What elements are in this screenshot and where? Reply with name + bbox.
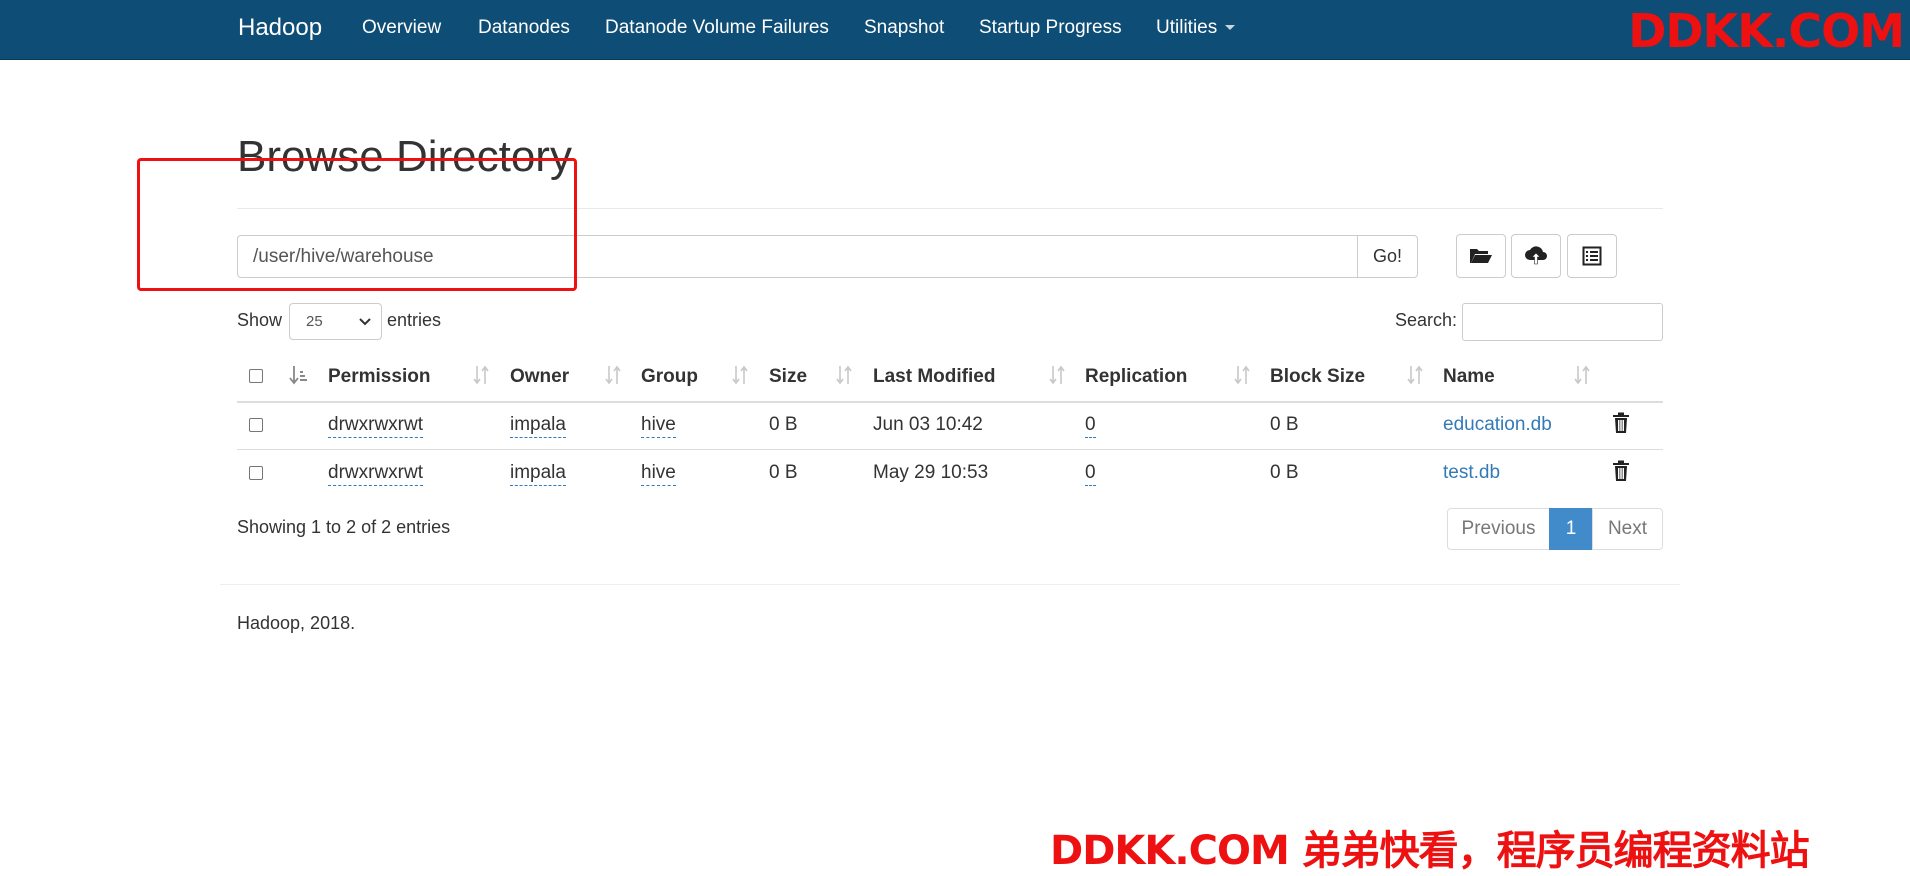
group-cell[interactable]: hive xyxy=(641,462,676,486)
select-all-checkbox[interactable] xyxy=(249,369,263,383)
pagination-previous[interactable]: Previous xyxy=(1447,508,1550,550)
nav-item-datanodes[interactable]: Datanodes xyxy=(478,17,570,39)
table-info: Showing 1 to 2 of 2 entries xyxy=(237,517,451,537)
navbar-brand[interactable]: Hadoop xyxy=(238,14,322,42)
show-label: Show xyxy=(237,310,283,330)
size-cell: 0 B xyxy=(769,462,798,483)
name-link[interactable]: education.db xyxy=(1443,414,1552,436)
column-header-name[interactable]: Name xyxy=(1443,366,1495,388)
table-row-divider xyxy=(237,449,1663,450)
page-length-select[interactable]: 25 xyxy=(289,303,382,340)
sort-desc-icon[interactable] xyxy=(289,364,309,386)
entries-label: entries xyxy=(387,310,442,330)
replication-cell[interactable]: 0 xyxy=(1085,462,1096,486)
column-header-group[interactable]: Group xyxy=(641,366,698,388)
column-header-size[interactable]: Size xyxy=(769,366,807,388)
trash-icon[interactable] xyxy=(1612,460,1630,482)
create-directory-button[interactable] xyxy=(1456,234,1506,278)
sort-both-icon[interactable] xyxy=(1047,364,1067,386)
permission-cell[interactable]: drwxrwxrwt xyxy=(328,462,423,486)
last-modified-cell: Jun 03 10:42 xyxy=(873,414,983,435)
top-navbar: Hadoop Overview Datanodes Datanode Volum… xyxy=(0,0,1910,60)
pagination-page-1[interactable]: 1 xyxy=(1549,508,1593,550)
folder-open-icon xyxy=(1470,249,1492,263)
upload-files-button[interactable] xyxy=(1511,234,1561,278)
table-header-divider xyxy=(237,401,1663,403)
trash-icon[interactable] xyxy=(1612,412,1630,434)
permission-cell[interactable]: drwxrwxrwt xyxy=(328,414,423,438)
sort-both-icon[interactable] xyxy=(1572,364,1592,386)
chevron-down-icon xyxy=(359,318,371,326)
column-header-permission[interactable]: Permission xyxy=(328,366,430,388)
nav-item-overview[interactable]: Overview xyxy=(362,17,441,39)
pagination-next[interactable]: Next xyxy=(1592,508,1663,550)
block-size-cell: 0 B xyxy=(1270,462,1299,483)
block-size-cell: 0 B xyxy=(1270,414,1299,435)
column-header-replication[interactable]: Replication xyxy=(1085,366,1187,388)
sort-both-icon[interactable] xyxy=(834,364,854,386)
sort-both-icon[interactable] xyxy=(603,364,623,386)
last-modified-cell: May 29 10:53 xyxy=(873,462,989,483)
row-checkbox[interactable] xyxy=(249,466,263,480)
row-checkbox[interactable] xyxy=(249,418,263,432)
column-header-block-size[interactable]: Block Size xyxy=(1270,366,1365,388)
watermark-bottom: DDKK.COM 弟弟快看，程序员编程资料站 xyxy=(1050,828,1810,874)
nav-item-utilities-label: Utilities xyxy=(1156,17,1218,38)
page-length-value: 25 xyxy=(306,313,323,330)
group-cell[interactable]: hive xyxy=(641,414,676,438)
owner-cell[interactable]: impala xyxy=(510,462,566,486)
nav-item-startup-progress[interactable]: Startup Progress xyxy=(979,17,1122,39)
nav-item-datanode-volume-failures[interactable]: Datanode Volume Failures xyxy=(605,17,829,39)
sort-both-icon[interactable] xyxy=(730,364,750,386)
sort-both-icon[interactable] xyxy=(471,364,491,386)
search-label: Search: xyxy=(1395,310,1458,330)
column-header-owner[interactable]: Owner xyxy=(510,366,569,388)
chevron-down-icon xyxy=(1225,25,1236,31)
sort-both-icon[interactable] xyxy=(1232,364,1252,386)
owner-cell[interactable]: impala xyxy=(510,414,566,438)
list-alt-icon xyxy=(1582,246,1602,266)
highlight-box xyxy=(137,158,577,291)
cloud-upload-icon xyxy=(1525,246,1547,265)
nav-item-snapshot[interactable]: Snapshot xyxy=(864,17,944,39)
replication-cell[interactable]: 0 xyxy=(1085,414,1096,438)
size-cell: 0 B xyxy=(769,414,798,435)
footer-divider xyxy=(220,584,1680,585)
watermark-top: DDKK.COM xyxy=(1628,4,1905,58)
footer-text: Hadoop, 2018. xyxy=(237,613,356,633)
sort-both-icon[interactable] xyxy=(1405,364,1425,386)
nav-item-utilities[interactable]: Utilities xyxy=(1156,17,1236,39)
column-header-last-modified[interactable]: Last Modified xyxy=(873,366,995,388)
name-link[interactable]: test.db xyxy=(1443,462,1500,484)
search-input[interactable] xyxy=(1462,303,1663,341)
cut-paste-button[interactable] xyxy=(1567,234,1617,278)
go-button[interactable]: Go! xyxy=(1357,235,1418,278)
